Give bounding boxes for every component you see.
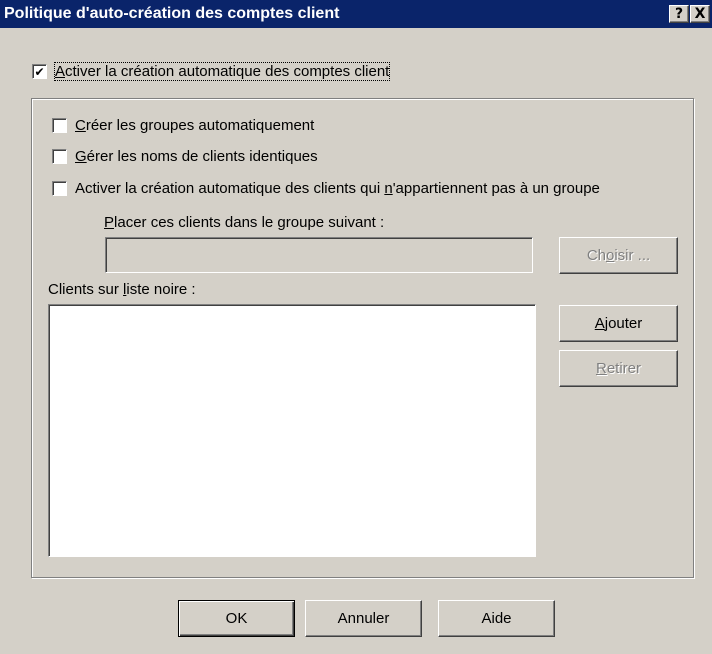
window-title: Politique d'auto-création des comptes cl… [4, 5, 340, 22]
target-group-label: Placer ces clients dans le groupe suivan… [104, 214, 385, 231]
manage-identical-names-label: Gérer les noms de clients identiques [75, 148, 318, 165]
manage-identical-names-checkbox[interactable]: Gérer les noms de clients identiques [52, 148, 318, 165]
add-button[interactable]: Ajouter [559, 305, 678, 342]
close-icon[interactable]: X [690, 5, 710, 23]
create-groups-check[interactable] [52, 118, 67, 133]
create-groups-checkbox[interactable]: Créer les groupes automatiquement [52, 117, 314, 134]
no-group-clients-checkbox[interactable]: Activer la création automatique des clie… [52, 180, 600, 197]
enable-auto-creation-check[interactable]: ✔ [32, 64, 47, 79]
blacklist-listbox[interactable] [48, 304, 536, 557]
ok-button[interactable]: OK [178, 600, 295, 637]
choose-button[interactable]: Ch o isir ... [559, 237, 678, 274]
help-icon[interactable]: ? [669, 5, 689, 23]
enable-auto-creation-label: Activer la création automatique des comp… [53, 62, 391, 81]
blacklist-label: Clients sur liste noire : [48, 281, 196, 298]
remove-button[interactable]: Retirer [559, 350, 678, 387]
help-button[interactable]: Aide [438, 600, 555, 637]
title-bar: Politique d'auto-création des comptes cl… [0, 0, 712, 28]
no-group-clients-check[interactable] [52, 181, 67, 196]
create-groups-label: Créer les groupes automatiquement [75, 117, 315, 134]
cancel-button[interactable]: Annuler [305, 600, 422, 637]
enable-auto-creation-checkbox[interactable]: ✔ Activer la création automatique des co… [32, 62, 391, 81]
target-group-field[interactable] [105, 237, 533, 273]
no-group-clients-label: Activer la création automatique des clie… [75, 180, 600, 197]
manage-identical-names-check[interactable] [52, 149, 67, 164]
